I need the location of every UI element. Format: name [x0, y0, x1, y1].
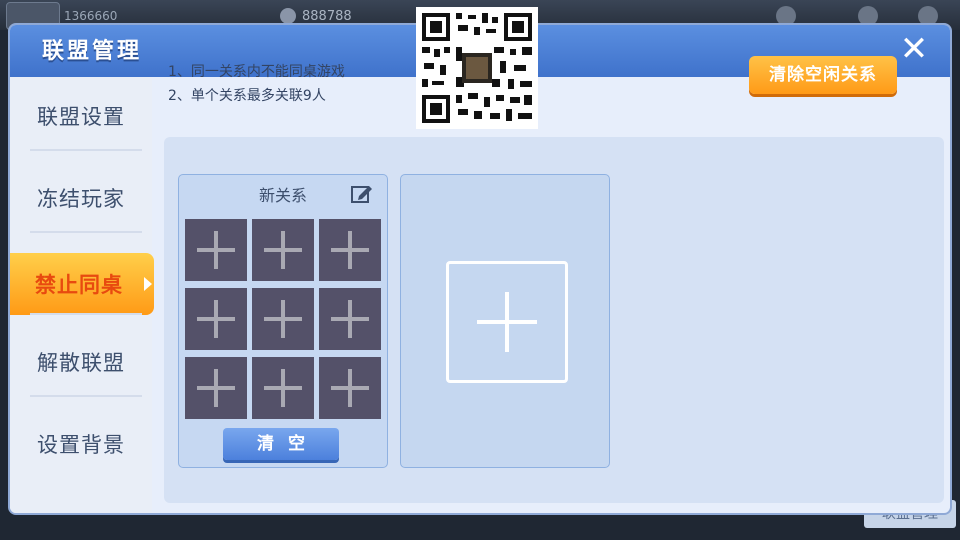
clear-relation-button[interactable]: 清空	[223, 428, 339, 460]
rule-line-2: 2、单个关系最多关联9人	[168, 88, 326, 104]
member-slot[interactable]	[319, 219, 381, 281]
relation-title: 新关系	[258, 186, 307, 205]
rule-line-1: 1、同一关系内不能同桌游戏	[168, 64, 345, 80]
relation-card-header: 新关系	[179, 175, 387, 213]
sidebar-item-no-same-table[interactable]: 禁止同桌	[10, 253, 154, 315]
close-icon[interactable]: ✕	[896, 31, 932, 67]
sidebar: 联盟设置 冻结玩家 禁止同桌 解散联盟 设置背景	[10, 77, 154, 513]
service-icon[interactable]	[858, 6, 878, 26]
member-slot[interactable]	[185, 357, 247, 419]
coin-icon	[280, 8, 296, 24]
member-slot[interactable]	[319, 357, 381, 419]
sidebar-item-dissolve-alliance[interactable]: 解散联盟	[10, 331, 152, 393]
user-icon[interactable]	[776, 6, 796, 26]
member-slot[interactable]	[319, 288, 381, 350]
sidebar-divider	[30, 231, 142, 233]
member-slot[interactable]	[185, 288, 247, 350]
sidebar-divider	[30, 149, 142, 151]
rules-text: 1、同一关系内不能同桌游戏 2、单个关系最多关联9人	[168, 60, 345, 108]
add-relation-card[interactable]	[400, 174, 610, 468]
member-slot[interactable]	[252, 357, 314, 419]
plus-icon[interactable]	[446, 261, 568, 383]
sidebar-item-alliance-settings[interactable]: 联盟设置	[10, 85, 152, 147]
user-id: 1366660	[64, 9, 118, 23]
settings-icon[interactable]	[918, 6, 938, 26]
member-slot[interactable]	[252, 219, 314, 281]
relation-card: 新关系 清空	[178, 174, 388, 468]
member-slot[interactable]	[252, 288, 314, 350]
coin-count: 888788	[302, 9, 352, 24]
dialog-title: 联盟管理	[42, 39, 143, 64]
sidebar-divider	[30, 395, 142, 397]
member-slot-grid	[185, 219, 383, 423]
qr-code	[416, 7, 538, 129]
edit-icon[interactable]	[351, 184, 373, 204]
sidebar-item-set-background[interactable]: 设置背景	[10, 413, 152, 475]
clear-idle-relations-button[interactable]: 清除空闲关系	[749, 56, 897, 94]
sidebar-item-freeze-players[interactable]: 冻结玩家	[10, 167, 152, 229]
member-slot[interactable]	[185, 219, 247, 281]
sidebar-divider	[30, 313, 142, 315]
